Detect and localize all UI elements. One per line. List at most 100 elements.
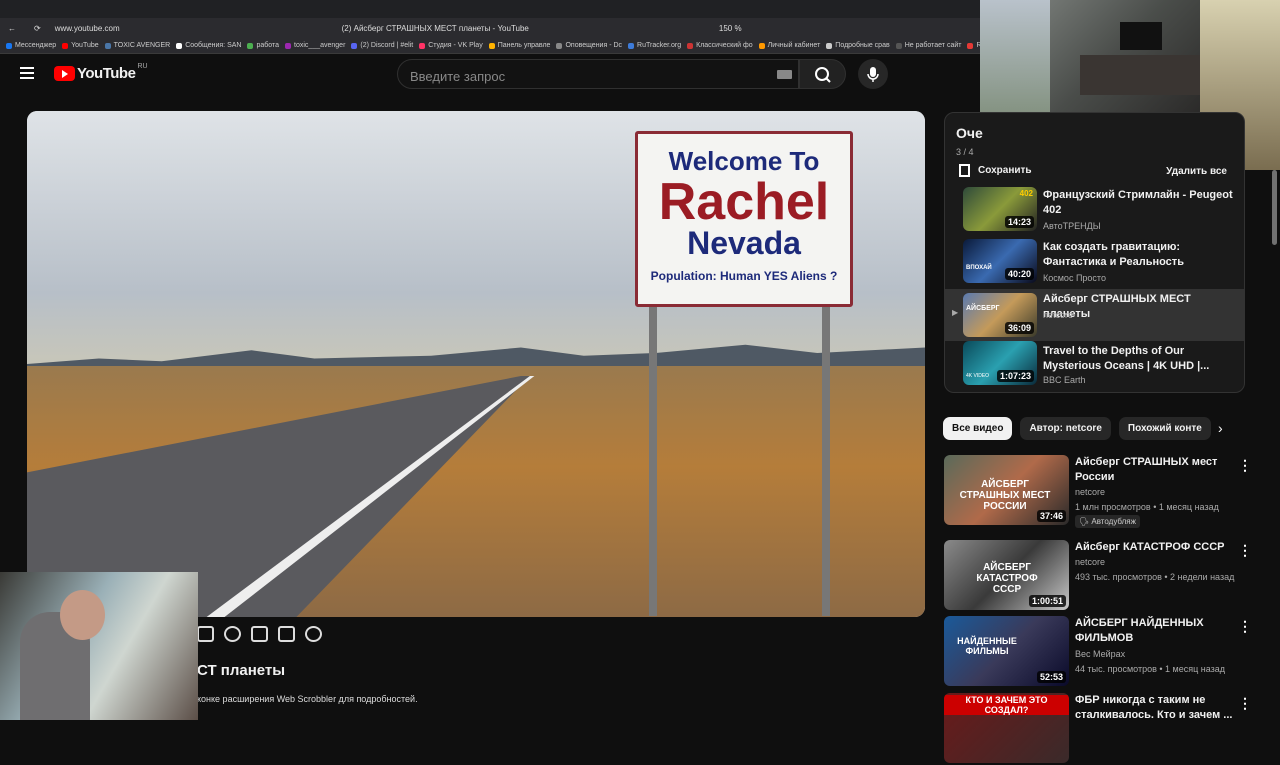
playlist-thumbnail: 402 14:23 [963, 187, 1037, 231]
chevron-right-icon[interactable]: › [1218, 420, 1223, 436]
youtube-logo[interactable]: YouTube RU [54, 63, 148, 82]
settings-icon[interactable] [305, 626, 322, 642]
playlist-item[interactable]: 4K VIDEO 1:07:23 Travel to the Depths of… [945, 341, 1244, 392]
video-meta: 44 тыс. просмотров • 1 месяц назад [1075, 664, 1226, 674]
more-options-icon[interactable]: ⋮ [1238, 542, 1252, 559]
keyboard-icon[interactable] [777, 70, 792, 79]
recommended-video[interactable]: АЙСБЕРГ КАТАСТРОФ СССР 1:00:51 Айсберг К… [944, 540, 1274, 612]
playlist-item-title: Французский Стримлайн - Peugeot 402 [1043, 189, 1233, 216]
video-title: Айсберг КАТАСТРОФ СССР [1075, 541, 1225, 553]
voice-search-button[interactable] [858, 59, 888, 89]
chip-all-videos[interactable]: Все видео [943, 417, 1013, 440]
playlist-item-channel: BBC Earth [1043, 375, 1086, 385]
page-scrollbar[interactable] [1272, 170, 1277, 245]
video-thumbnail: КТО И ЗАЧЕМ ЭТО СОЗДАЛ? [944, 693, 1069, 763]
search-placeholder: Введите запрос [410, 69, 506, 84]
chip-similar[interactable]: Похожий конте [1118, 417, 1211, 440]
thumbnail-text: НАЙДЕННЫЕ ФИЛЬМЫ [957, 636, 1017, 656]
duration-badge: 52:53 [1036, 671, 1066, 683]
channel-name[interactable]: netcore [1075, 557, 1105, 567]
channel-name[interactable]: netcore [1075, 487, 1105, 497]
head-shape [60, 590, 105, 640]
bookmark-item[interactable]: Подробные срав [826, 42, 890, 49]
video-thumbnail: АЙСБЕРГ СТРАШНЫХ МЕСТ РОССИИ 37:46 [944, 455, 1069, 525]
menu-icon[interactable] [20, 67, 34, 79]
video-note: конке расширения Web Scrobbler для подро… [197, 694, 418, 704]
bookmark-item[interactable]: RuTracker.org [628, 42, 681, 49]
bookmark-item[interactable]: (2) Discord | #elit [351, 42, 413, 49]
recommended-video[interactable]: КТО И ЗАЧЕМ ЭТО СОЗДАЛ? ФБР никогда с та… [944, 693, 1274, 765]
video-title: АЙСБЕРГ НАЙДЕННЫХ ФИЛЬМОВ [1075, 617, 1204, 644]
thumbnail-text: АЙСБЕРГ КАТАСТРОФ СССР [976, 562, 1038, 595]
more-options-icon[interactable]: ⋮ [1238, 457, 1252, 474]
bookmark-item[interactable]: Сообщения: SAN [176, 42, 241, 49]
chip-author[interactable]: Автор: netcore [1020, 417, 1111, 440]
video-player[interactable]: Welcome To Rachel Nevada Population: Hum… [27, 111, 925, 617]
address-url[interactable]: www.youtube.com [55, 24, 120, 33]
save-label: Сохранить [978, 165, 1032, 176]
back-icon[interactable]: ← [8, 24, 16, 33]
monitor-shape [1120, 22, 1162, 50]
bookmark-item[interactable]: Классический фо [687, 42, 753, 49]
reload-icon[interactable]: ⟳ [34, 24, 41, 33]
filter-chips: Все видео Автор: netcore Похожий конте [943, 417, 1211, 440]
webcam-overlay-streamer [0, 572, 198, 720]
zoom-level[interactable]: 150 % [719, 24, 742, 33]
playlist-item[interactable]: ВПОХАЙ 40:20 Как создать гравитацию: Фан… [945, 237, 1244, 289]
bookmark-item[interactable]: TOXIC AVENGER [104, 42, 170, 49]
camera-icon[interactable] [278, 626, 295, 642]
bookmark-item[interactable]: Панель управле [488, 42, 550, 49]
delete-all-button[interactable]: Удалить все [1166, 166, 1227, 177]
more-options-icon[interactable]: ⋮ [1238, 695, 1252, 712]
bookmark-icon [959, 164, 970, 177]
more-options-icon[interactable]: ⋮ [1238, 618, 1252, 635]
duration-badge: 1:00:51 [1028, 595, 1066, 607]
playlist-item-current[interactable]: ▶ АЙСБЕРГ 36:09 Айсберг СТРАШНЫХ МЕСТ пл… [945, 289, 1244, 341]
recommended-video[interactable]: НАЙДЕННЫЕ ФИЛЬМЫ 52:53 АЙСБЕРГ НАЙДЕННЫХ… [944, 616, 1274, 688]
sign-text: Rachel [658, 173, 830, 231]
thumbnail-text: АЙСБЕРГ [966, 305, 1000, 312]
sign-text: Population: Human YES Aliens ? [650, 269, 838, 283]
add-frame-icon[interactable] [251, 626, 268, 642]
recommended-video[interactable]: АЙСБЕРГ СТРАШНЫХ МЕСТ РОССИИ 37:46 Айсбе… [944, 455, 1274, 528]
now-playing-icon: ▶ [952, 308, 959, 317]
bookmark-item[interactable]: Оповещения - Dc [556, 42, 622, 49]
playlist-item-channel: АвтоТРЕНДЫ [1043, 221, 1101, 231]
bookmark-item[interactable]: работа [247, 42, 279, 49]
search-input[interactable]: Введите запрос [397, 59, 799, 89]
speed-icon[interactable] [224, 626, 241, 642]
tab-title: (2) Айсберг СТРАШНЫХ МЕСТ планеты - YouT… [341, 23, 529, 33]
duration-badge: 37:46 [1036, 510, 1066, 522]
video-meta: 493 тыс. просмотров • 2 недели назад [1075, 572, 1235, 582]
dub-icon: 🗣 [1079, 517, 1090, 526]
duration-badge: 1:07:23 [996, 370, 1034, 382]
search-icon [815, 67, 831, 83]
playlist-item-title: Travel to the Depths of Our Mysterious O… [1043, 345, 1210, 372]
frames-icon[interactable] [197, 626, 214, 642]
bookmark-item[interactable]: Мессенджер [6, 42, 56, 49]
bookmark-item[interactable]: YouTube [62, 42, 99, 49]
channel-name[interactable]: Вес Мейрах [1075, 649, 1125, 659]
bookmark-item[interactable]: toxic___avenger [285, 42, 345, 49]
playlist-title: Оче [956, 125, 983, 141]
youtube-play-icon [54, 66, 75, 81]
video-thumbnail: НАЙДЕННЫЕ ФИЛЬМЫ 52:53 [944, 616, 1069, 686]
bookmark-item[interactable]: Не работает сайт [895, 42, 961, 49]
playlist-item-channel: netcore [1043, 310, 1074, 320]
save-playlist-button[interactable]: Сохранить [959, 164, 1032, 177]
badge-label: Автодубляж [1091, 517, 1136, 526]
playlist-item[interactable]: 402 14:23 Французский Стримлайн - Peugeo… [945, 185, 1244, 237]
video-title: ФБР никогда с таким не сталкивалось. Кто… [1075, 694, 1233, 721]
desk-shape [1080, 55, 1200, 95]
region-code: RU [137, 63, 148, 70]
playlist-item-title: Как создать гравитацию: Фантастика и Реа… [1043, 241, 1184, 268]
duration-badge: 40:20 [1004, 268, 1034, 280]
bookmark-item[interactable]: Студия - VK Play [419, 42, 483, 49]
duration-badge: 36:09 [1004, 322, 1034, 334]
playlist-panel: Оче 3 / 4 Сохранить Удалить все 402 14:2… [944, 112, 1245, 393]
playlist-thumbnail: АЙСБЕРГ 36:09 [963, 293, 1037, 337]
search-button[interactable] [799, 59, 846, 89]
bookmark-item[interactable]: Личный кабинет [758, 42, 820, 49]
extension-controls [197, 626, 322, 642]
video-thumbnail: АЙСБЕРГ КАТАСТРОФ СССР 1:00:51 [944, 540, 1069, 610]
